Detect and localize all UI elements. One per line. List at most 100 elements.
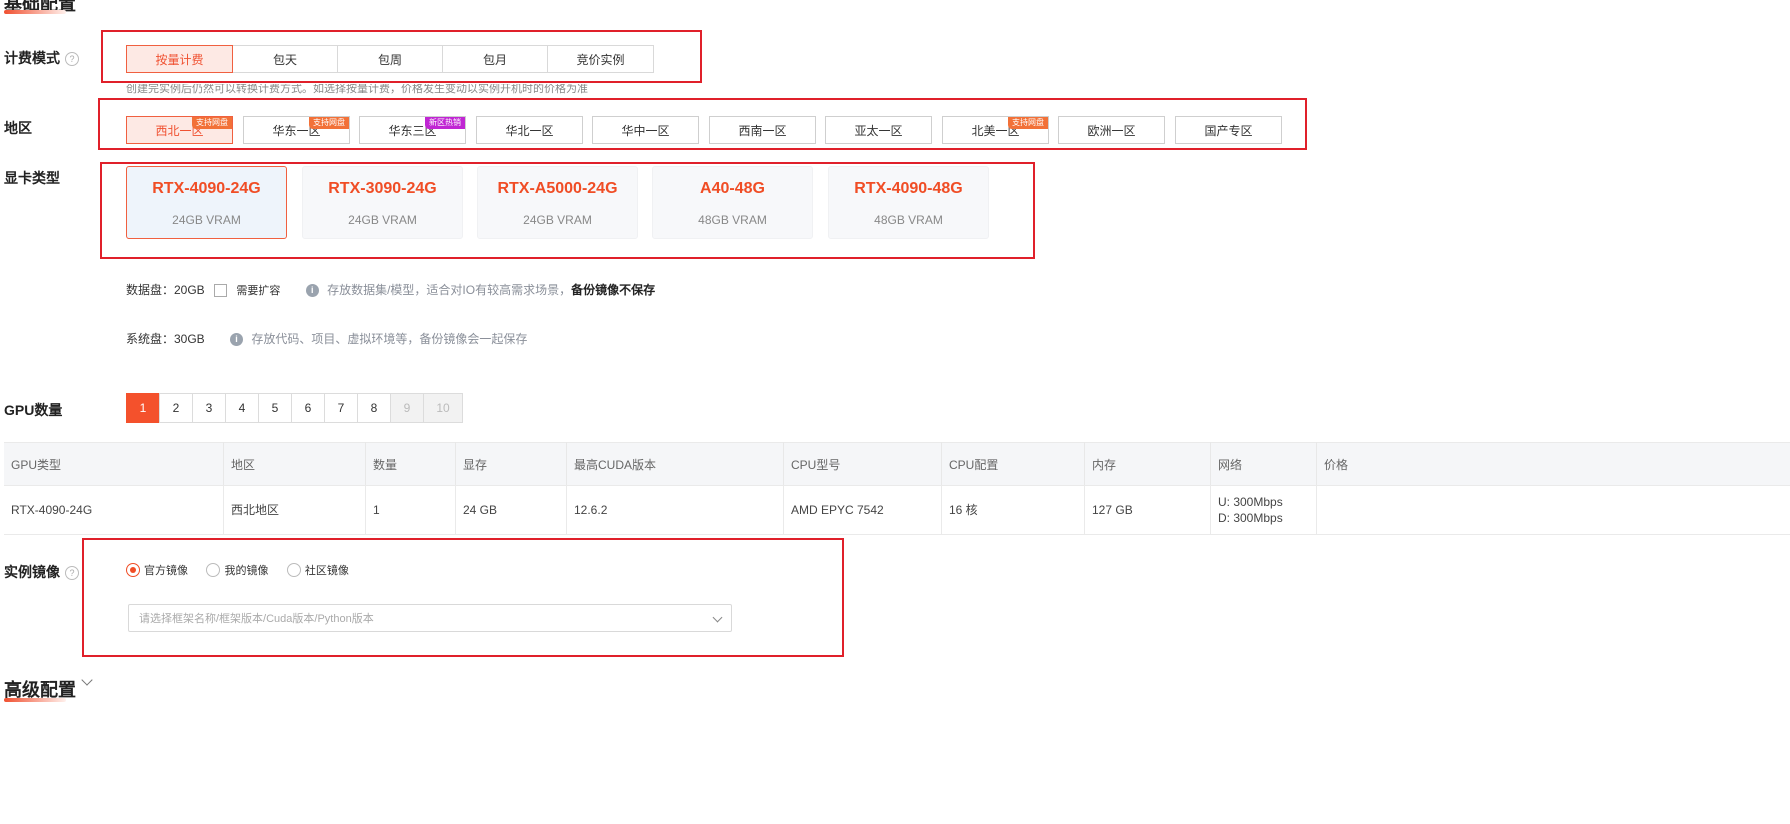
region-option[interactable]: 华北一区	[476, 116, 583, 144]
region-option[interactable]: 华中一区	[592, 116, 699, 144]
gpu-card-vram: 24GB VRAM	[348, 213, 417, 227]
region-badge: 支持网盘	[192, 117, 232, 129]
region-option-label: 华北一区	[505, 123, 554, 138]
expand-checkbox[interactable]	[214, 284, 228, 298]
system-disk-row: 系统盘：30GB i 存放代码、项目、虚拟环境等，备份镜像会一起保存	[126, 330, 527, 347]
gpu-card-vram: 48GB VRAM	[698, 213, 767, 227]
region-option-label: 欧洲一区	[1087, 123, 1136, 138]
image-highlight-box	[82, 538, 844, 657]
billing-option-spot[interactable]: 竞价实例	[547, 45, 654, 73]
radio-mine-label[interactable]: 我的镜像	[224, 565, 268, 577]
gpu-count-label: GPU数量	[4, 402, 63, 418]
region-label: 地区	[4, 120, 32, 136]
table-header: 价格	[1316, 442, 1790, 486]
image-select-placeholder: 请选择框架名称/框架版本/Cuda版本/Python版本	[139, 613, 374, 625]
chevron-down-icon[interactable]	[81, 674, 93, 686]
gpu-count-option[interactable]: 6	[291, 393, 325, 423]
table-header: 网络	[1210, 442, 1317, 486]
region-option-label: 西南一区	[738, 123, 787, 138]
table-header: 最高CUDA版本	[566, 442, 784, 486]
region-badge: 支持网盘	[1008, 117, 1048, 129]
region-option[interactable]: 欧洲一区	[1058, 116, 1165, 144]
table-row: RTX-4090-24G 西北地区 1 24 GB 12.6.2 AMD EPY…	[4, 485, 1790, 535]
gpu-card-name: RTX-A5000-24G	[497, 180, 618, 197]
radio-mine[interactable]	[206, 562, 221, 577]
gpu-count-option[interactable]: 3	[192, 393, 226, 423]
region-badge: 支持网盘	[309, 117, 349, 129]
table-header: 地区	[223, 442, 366, 486]
data-disk-label: 数据盘：20GB	[126, 283, 205, 297]
expand-label: 需要扩容	[236, 285, 281, 297]
gpu-card-vram: 24GB VRAM	[172, 213, 241, 227]
table-header: CPU配置	[941, 442, 1085, 486]
image-select[interactable]: 请选择框架名称/框架版本/Cuda版本/Python版本	[128, 604, 732, 632]
table-header-row: GPU类型 地区 数量 显存 最高CUDA版本 CPU型号 CPU配置 内存 网…	[4, 442, 1790, 486]
region-option[interactable]: 国产专区	[1175, 116, 1282, 144]
network-up: U: 300Mbps	[1218, 495, 1283, 509]
gpu-count-option[interactable]: 4	[225, 393, 259, 423]
chevron-down-icon	[712, 612, 723, 623]
gpu-count-option[interactable]: 7	[324, 393, 358, 423]
radio-official-label[interactable]: 官方镜像	[144, 565, 188, 577]
billing-option-daily[interactable]: 包天	[232, 45, 338, 73]
region-option-label: 华中一区	[621, 123, 670, 138]
table-header: GPU类型	[4, 442, 224, 486]
billing-mode-selector: 按量计费 包天 包周 包月 竞价实例	[126, 45, 654, 73]
table-header: CPU型号	[783, 442, 942, 486]
radio-official[interactable]	[126, 562, 140, 577]
table-cell: 西北地区	[223, 485, 366, 535]
table-header: 数量	[365, 442, 456, 486]
table-cell: 1	[365, 485, 456, 535]
advanced-config-underline	[4, 698, 66, 702]
gpu-card[interactable]: RTX-4090-24G 24GB VRAM	[126, 166, 287, 239]
table-cell: AMD EPYC 7542	[783, 485, 942, 535]
gpu-card-vram: 48GB VRAM	[874, 213, 943, 227]
gpu-card[interactable]: A40-48G 48GB VRAM	[652, 166, 813, 239]
help-icon[interactable]: ?	[65, 566, 79, 580]
gpu-card[interactable]: RTX-A5000-24G 24GB VRAM	[477, 166, 638, 239]
gpu-count-option[interactable]: 5	[258, 393, 292, 423]
gpu-count-option[interactable]: 9	[390, 393, 424, 423]
data-disk-desc: 存放数据集/模型，适合对IO有较高需求场景，	[327, 283, 572, 297]
gpu-card[interactable]: RTX-4090-48G 48GB VRAM	[828, 166, 989, 239]
basic-config-underline	[4, 10, 66, 14]
price-cell	[1316, 485, 1790, 535]
table-cell: 24 GB	[455, 485, 567, 535]
radio-community[interactable]	[286, 562, 301, 577]
gpu-card-name: RTX-4090-48G	[854, 180, 963, 197]
gpu-card[interactable]: RTX-3090-24G 24GB VRAM	[302, 166, 463, 239]
billing-option-hourly[interactable]: 按量计费	[126, 45, 233, 73]
table-header: 显存	[455, 442, 567, 486]
radio-community-label[interactable]: 社区镜像	[305, 565, 349, 577]
network-cell: U: 300Mbps D: 300Mbps	[1210, 485, 1317, 535]
info-icon: i	[305, 284, 319, 298]
system-disk-label: 系统盘：30GB	[126, 332, 205, 346]
data-disk-desc-bold: 备份镜像不保存	[571, 283, 656, 297]
region-option[interactable]: 西北一区 支持网盘	[126, 116, 233, 144]
gpu-count-option[interactable]: 2	[159, 393, 193, 423]
table-cell: 12.6.2	[566, 485, 784, 535]
region-option[interactable]: 北美一区 支持网盘	[942, 116, 1049, 144]
gpu-count-option[interactable]: 1	[126, 393, 160, 423]
billing-label: 计费模式?	[4, 48, 79, 68]
gpu-count-option[interactable]: 8	[357, 393, 391, 423]
region-option[interactable]: 华东一区 支持网盘	[243, 116, 350, 144]
gpu-card-name: RTX-3090-24G	[328, 180, 437, 197]
gpu-card-vram: 24GB VRAM	[523, 213, 592, 227]
info-icon: i	[230, 333, 244, 347]
billing-option-monthly[interactable]: 包月	[442, 45, 548, 73]
region-option[interactable]: 西南一区	[709, 116, 816, 144]
region-option-label: 国产专区	[1204, 123, 1253, 138]
help-icon[interactable]: ?	[65, 52, 79, 66]
region-option[interactable]: 亚太一区	[825, 116, 932, 144]
data-disk-row: 数据盘：20GB 需要扩容 i 存放数据集/模型，适合对IO有较高需求场景，备份…	[126, 281, 655, 298]
image-label: 实例镜像?	[4, 562, 79, 582]
system-disk-desc: 存放代码、项目、虚拟环境等，备份镜像会一起保存	[251, 332, 528, 346]
gpu-count-option[interactable]: 10	[423, 393, 463, 423]
region-option[interactable]: 华东三区 新区热销	[359, 116, 466, 144]
gpu-type-label: 显卡类型	[4, 170, 60, 186]
network-down: D: 300Mbps	[1218, 511, 1283, 525]
region-option-label: 亚太一区	[854, 123, 903, 138]
billing-option-weekly[interactable]: 包周	[337, 45, 443, 73]
table-header: 内存	[1084, 442, 1211, 486]
